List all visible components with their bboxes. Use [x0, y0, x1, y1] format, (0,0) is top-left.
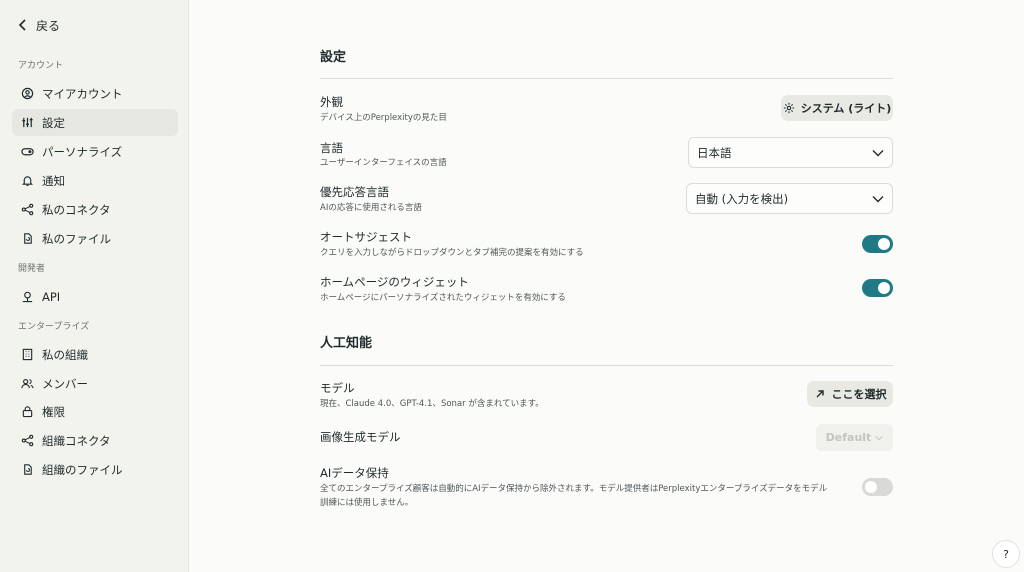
back-button[interactable]: 戻る — [18, 16, 60, 34]
data-retention-toggle[interactable] — [862, 478, 893, 496]
sidebar-item-label: メンバー — [42, 376, 88, 391]
section-label-account: アカウント — [18, 61, 64, 71]
section-label-developer: 開発者 — [18, 264, 46, 274]
image-model-select[interactable]: Default — [816, 424, 893, 451]
sidebar-item-org-files[interactable]: 組織のファイル — [12, 456, 178, 483]
sidebar-item-my-account[interactable]: マイアカウント — [12, 80, 178, 107]
sidebar-item-label: API — [42, 289, 61, 304]
toggle-knob — [878, 282, 890, 294]
sidebar-item-org-connectors[interactable]: 組織コネクタ — [12, 427, 178, 454]
sidebar-item-label: 私の組織 — [42, 347, 88, 362]
chevron-left-icon — [18, 19, 26, 31]
bell-icon — [21, 174, 34, 187]
appearance-desc: デバイス上のPerplexityの見た目 — [320, 113, 447, 123]
divider — [320, 78, 893, 79]
data-retention-desc-line1: 全てのエンタープライズ顧客は自動的にAIデータ保持から除外されます。モデル提供者… — [320, 484, 828, 494]
sidebar-item-my-connectors[interactable]: 私のコネクタ — [12, 196, 178, 223]
users-icon — [21, 377, 34, 390]
sidebar-item-notifications[interactable]: 通知 — [12, 167, 178, 194]
gear-icon — [783, 102, 794, 114]
language-select[interactable]: 日本語 — [688, 137, 893, 168]
autosuggest-label: オートサジェスト — [320, 230, 412, 244]
language-select-value: 日本語 — [697, 145, 732, 160]
response-language-label: 優先応答言語 — [320, 185, 389, 199]
sidebar-item-members[interactable]: メンバー — [12, 370, 178, 397]
sidebar-item-label: 通知 — [42, 173, 65, 188]
autosuggest-toggle[interactable] — [862, 235, 893, 253]
response-language-select-value: 自動 (入力を検出) — [695, 191, 789, 206]
appearance-button[interactable]: システム (ライト) — [781, 95, 893, 121]
sidebar-item-personalize[interactable]: パーソナライズ — [12, 138, 178, 165]
autosuggest-desc: クエリを入力しながらドロップダウンとタブ補完の提案を有効にする — [320, 248, 584, 258]
homepage-widget-desc: ホームページにパーソナライズされたウィジェットを有効にする — [320, 293, 566, 303]
language-label: 言語 — [320, 141, 343, 155]
sidebar-item-label: パーソナライズ — [42, 144, 123, 159]
divider — [320, 365, 893, 366]
chevron-down-icon — [872, 195, 884, 202]
sidebar-item-label: マイアカウント — [42, 86, 123, 101]
select-model-button-label: ここを選択 — [831, 388, 887, 401]
sidebar-item-settings[interactable]: 設定 — [12, 109, 178, 136]
image-model-select-value: Default — [825, 431, 872, 444]
homepage-widget-label: ホームページのウィジェット — [320, 275, 469, 289]
toggle-knob — [865, 481, 877, 493]
sidebar-item-label: 私のコネクタ — [42, 202, 111, 217]
arrow-up-right-icon — [816, 390, 824, 398]
chevron-down-icon — [875, 435, 883, 440]
file-sync-icon — [21, 463, 34, 476]
response-language-select[interactable]: 自動 (入力を検出) — [686, 183, 893, 214]
sidebar-item-permissions[interactable]: 権限 — [12, 398, 178, 425]
help-button[interactable]: ? — [992, 540, 1020, 568]
account-circle-icon — [21, 87, 34, 100]
data-retention-desc-line2: 訓練には使用しません。 — [320, 498, 414, 508]
model-desc: 現在、Claude 4.0、GPT-4.1、Sonar が含まれています。 — [320, 399, 544, 409]
sidebar-item-label: 組織のファイル — [42, 462, 123, 477]
model-label: モデル — [320, 381, 355, 395]
connector-icon — [21, 203, 34, 216]
file-sync-icon — [21, 232, 34, 245]
sidebar-item-my-organization[interactable]: 私の組織 — [12, 341, 178, 368]
api-icon — [21, 290, 34, 303]
appearance-button-label: システム (ライト) — [800, 102, 892, 115]
sidebar-item-label: 組織コネクタ — [42, 433, 111, 448]
connector-icon — [21, 434, 34, 447]
toggle-knob — [878, 238, 890, 250]
select-model-button[interactable]: ここを選択 — [807, 381, 893, 407]
page-title: 設定 — [320, 50, 347, 65]
sidebar-item-my-files[interactable]: 私のファイル — [12, 225, 178, 252]
language-desc: ユーザーインターフェイスの言語 — [320, 158, 447, 168]
section-label-enterprise: エンタープライズ — [18, 322, 90, 332]
back-label: 戻る — [36, 18, 61, 33]
appearance-label: 外観 — [320, 95, 343, 109]
sidebar: 戻る アカウント マイアカウント 設定 パーソナライズ 通知 私のコネクタ 私の… — [0, 0, 189, 572]
data-retention-label: AIデータ保持 — [320, 466, 389, 480]
lock-icon — [21, 405, 34, 418]
settings-panel: 設定 外観 デバイス上のPerplexityの見た目 システム (ライト) 言語… — [189, 0, 1024, 572]
sidebar-item-label: 私のファイル — [42, 231, 111, 246]
response-language-desc: AIの応答に使用される言語 — [320, 203, 422, 213]
homepage-widget-toggle[interactable] — [862, 279, 893, 297]
sidebar-item-label: 権限 — [42, 404, 65, 419]
chevron-down-icon — [872, 149, 884, 156]
building-icon — [21, 348, 34, 361]
toggle-icon — [21, 145, 34, 158]
sidebar-item-label: 設定 — [42, 115, 65, 130]
image-model-label: 画像生成モデル — [320, 430, 401, 444]
ai-section-title: 人工知能 — [320, 336, 373, 351]
sliders-icon — [21, 116, 34, 129]
sidebar-item-api[interactable]: API — [12, 283, 178, 310]
